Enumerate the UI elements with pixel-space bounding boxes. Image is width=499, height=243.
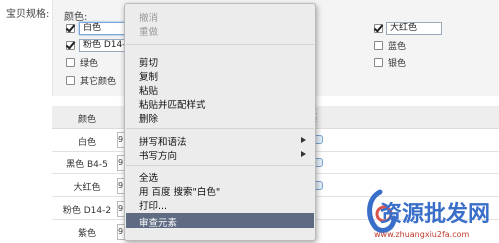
column-header-color: 颜色: [77, 115, 96, 125]
color-checkbox-silver[interactable]: [374, 58, 383, 67]
watermark-url: www.zhuangxiu2fa.com: [374, 230, 470, 239]
color-checkbox-red[interactable]: [374, 24, 383, 33]
menu-item-copy[interactable]: 复制: [139, 69, 158, 83]
table-row-color: 大红色: [73, 183, 101, 193]
menu-separator: [126, 128, 314, 129]
color-section-label: 颜色:: [64, 12, 88, 23]
submenu-arrow-icon: [301, 137, 306, 143]
color-name-input-red[interactable]: 大红色: [386, 22, 442, 35]
watermark-text: 资源批发网: [380, 201, 491, 227]
color-name-input-pink[interactable]: 粉色 D14-2: [79, 39, 125, 52]
color-label-blue: 蓝色: [388, 42, 407, 52]
context-menu: 撤消 重做 剪切 复制 粘贴 粘贴并匹配样式 删除 拼写和语法 书写方向 全选 …: [124, 3, 316, 241]
menu-item-paste[interactable]: 粘贴: [139, 83, 158, 97]
color-label-other: 其它颜色: [80, 77, 117, 87]
color-checkbox-pink[interactable]: [66, 41, 75, 50]
table-row-color: 黑色 B4-5: [66, 160, 108, 170]
table-row-color: 紫色: [77, 229, 96, 239]
menu-item-undo[interactable]: 撤消: [139, 10, 158, 24]
color-checkbox-other[interactable]: [66, 76, 75, 85]
color-label-silver: 银色: [388, 59, 407, 69]
menu-item-spelling-grammar[interactable]: 拼写和语法: [139, 134, 187, 148]
table-row-color: 粉色 D14-2: [62, 206, 112, 216]
spec-field-label: 宝贝规格:: [6, 9, 50, 20]
menu-item-select-all[interactable]: 全选: [139, 170, 158, 184]
color-name-input-white[interactable]: 白色: [79, 22, 125, 35]
menu-item-redo[interactable]: 重做: [139, 24, 158, 38]
menu-item-search-baidu[interactable]: 用 百度 搜索"白色": [139, 184, 220, 198]
menu-item-cut[interactable]: 剪切: [139, 55, 158, 69]
menu-item-delete[interactable]: 删除: [139, 111, 158, 125]
menu-separator: [126, 165, 314, 166]
color-checkbox-green[interactable]: [66, 58, 75, 67]
color-checkbox-white[interactable]: [66, 24, 75, 33]
color-checkbox-blue[interactable]: [374, 41, 383, 50]
watermark: 资源批发网 www.zhuangxiu2fa.com: [350, 188, 499, 243]
menu-item-inspect-element[interactable]: 审查元素: [139, 215, 177, 229]
menu-item-paste-match-style[interactable]: 粘贴并匹配样式: [139, 97, 206, 111]
table-row-color: 白色: [77, 138, 96, 148]
menu-item-print[interactable]: 打印...: [139, 198, 167, 212]
submenu-arrow-icon: [301, 151, 306, 157]
menu-item-writing-direction[interactable]: 书写方向: [139, 148, 177, 162]
color-label-green: 绿色: [80, 59, 99, 69]
menu-separator: [126, 44, 314, 45]
